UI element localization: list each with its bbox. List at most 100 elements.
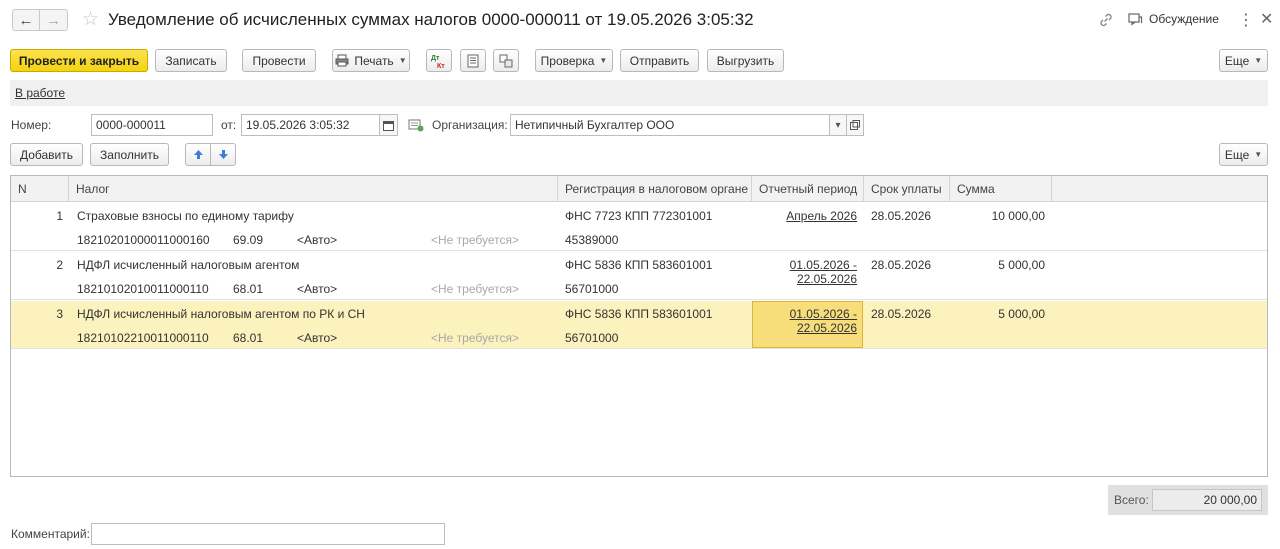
document-list-icon [467,54,479,67]
check-label: Проверка [540,53,595,68]
total-label: Всего: [1114,493,1149,507]
status-strip: В работе [10,80,1268,106]
more-label: Еще [1224,53,1250,68]
account-code: 68.01 [233,282,264,296]
table-more-button[interactable]: Еще ▼ [1219,143,1268,166]
period-link-end[interactable]: 22.05.2026 [756,272,857,286]
period-link[interactable]: 01.05.2026 - [756,307,857,321]
table-more-label: Еще [1224,147,1250,162]
date-label: от: [221,118,237,132]
number-field[interactable]: 0000-000011 [91,114,213,136]
chevron-down-icon: ▼ [1254,56,1263,65]
period-link[interactable]: Апрель 2026 [756,209,857,223]
chevron-down-icon: ▼ [1254,150,1263,159]
row-number: 1 [56,209,63,223]
title-bar: ← → ☆ Уведомление об исчисленных суммах … [0,0,1280,40]
column-header-due-date[interactable]: Срок уплаты [864,176,950,202]
comment-field[interactable] [91,523,445,545]
organization-dropdown-button[interactable]: ▾ [829,114,847,136]
post-button[interactable]: Провести [242,49,316,72]
due-date: 28.05.2026 [871,258,932,272]
more-actions-icon[interactable]: ⋮ [1238,10,1254,30]
back-button[interactable]: ← [12,9,40,31]
svg-text:Дт: Дт [431,55,440,62]
chevron-down-icon: ▼ [398,56,407,65]
kbk-code: 18210102210011000110 [77,331,209,345]
date-field[interactable]: 19.05.2026 3:05:32 [241,114,380,136]
table-row[interactable]: 2 НДФЛ исчисленный налоговым агентом 182… [11,252,1267,300]
comment-label: Комментарий: [11,527,90,541]
not-required-value: <Не требуется> [431,282,520,296]
discussion-label: Обсуждение [1149,12,1219,26]
organization-open-button[interactable] [846,114,864,136]
column-header-tax[interactable]: Налог [69,176,558,202]
kbk-code: 18210201000011000160 [77,233,210,247]
account-code: 69.09 [233,233,264,247]
not-required-value: <Не требуется> [431,233,520,247]
account-code: 68.01 [233,331,264,345]
arrow-right-icon: → [46,11,61,29]
organization-label: Организация: [432,118,508,132]
number-label: Номер: [11,118,52,132]
column-header-n[interactable]: N [11,176,69,202]
total-box: Всего: 20 000,00 [1108,485,1268,515]
post-and-close-button[interactable]: Провести и закрыть [10,49,148,72]
table-row[interactable]: 1 Страховые взносы по единому тарифу 182… [11,203,1267,251]
auto-value: <Авто> [297,331,338,345]
discussion-button[interactable]: Обсуждение [1128,12,1219,26]
column-header-registration[interactable]: Регистрация в налоговом органе [558,176,752,202]
calendar-button[interactable] [379,114,398,136]
favorite-star-icon[interactable]: ☆ [82,8,99,31]
save-button[interactable]: Записать [155,49,227,72]
arrow-down-icon [218,150,228,159]
journal-entries-button[interactable]: Дт Кт [426,49,452,72]
not-required-value: <Не требуется> [431,331,520,345]
total-value: 20 000,00 [1152,489,1262,511]
column-header-period[interactable]: Отчетный период [752,176,864,202]
tax-name: НДФЛ исчисленный налоговым агентом [77,258,300,272]
fill-button[interactable]: Заполнить [90,143,169,166]
structure-icon [499,54,513,67]
open-form-icon [850,120,860,130]
period-link-end[interactable]: 22.05.2026 [756,321,857,335]
sum-value: 5 000,00 [998,258,1045,272]
dt-kt-icon: Дт Кт [431,55,445,69]
row-number: 2 [56,258,63,272]
export-button[interactable]: Выгрузить [707,49,784,72]
close-icon[interactable]: ✕ [1260,9,1273,29]
move-up-button[interactable] [185,143,211,166]
due-date: 28.05.2026 [871,307,932,321]
sum-value: 10 000,00 [991,209,1045,223]
tax-name: НДФЛ исчисленный налоговым агентом по РК… [77,307,365,321]
chat-icon [1128,13,1143,26]
taxes-table[interactable]: N Налог Регистрация в налоговом органе О… [10,175,1268,477]
arrow-left-icon: ← [18,11,34,29]
more-button[interactable]: Еще ▼ [1219,49,1268,72]
tax-name: Страховые взносы по единому тарифу [77,209,294,223]
status-link[interactable]: В работе [15,86,65,100]
report-button[interactable] [460,49,486,72]
sum-value: 5 000,00 [998,307,1045,321]
link-icon[interactable] [1098,12,1114,28]
organization-field[interactable]: Нетипичный Бухгалтер ООО [510,114,830,136]
add-row-button[interactable]: Добавить [10,143,83,166]
document-title: Уведомление об исчисленных суммах налого… [108,10,754,29]
print-button[interactable]: Печать ▼ [332,49,410,72]
registration: ФНС 5836 КПП 583601001 [565,307,713,321]
printer-icon [335,54,349,67]
move-down-button[interactable] [210,143,236,166]
structure-button[interactable] [493,49,519,72]
check-button[interactable]: Проверка ▼ [535,49,613,72]
auto-value: <Авто> [297,233,338,247]
send-button[interactable]: Отправить [620,49,699,72]
forward-button[interactable]: → [40,9,68,31]
arrow-up-icon [193,150,203,159]
registration: ФНС 5836 КПП 583601001 [565,258,713,272]
column-header-sum[interactable]: Сумма [950,176,1052,202]
registration: ФНС 7723 КПП 772301001 [565,209,713,223]
chevron-down-icon: ▼ [599,56,608,65]
calendar-icon [383,120,394,131]
table-row-selected[interactable]: 3 НДФЛ исчисленный налоговым агентом по … [11,301,1267,349]
history-icon[interactable] [408,119,424,132]
period-link[interactable]: 01.05.2026 - [756,258,857,272]
